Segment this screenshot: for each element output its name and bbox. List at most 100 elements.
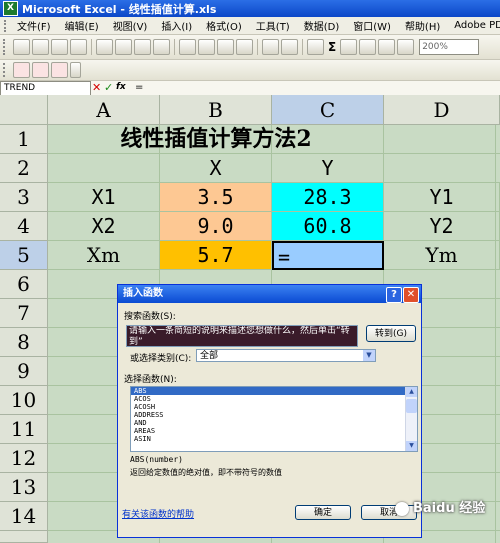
cell-a5-xm-label[interactable]: Xm [48, 241, 160, 270]
name-box[interactable]: TREND [0, 81, 91, 96]
select-function-label: 选择函数(N): [124, 375, 177, 385]
row-header-6[interactable]: 6 [0, 270, 48, 299]
sort-descending-icon[interactable] [359, 39, 377, 55]
row-header-15-partial[interactable] [0, 531, 48, 543]
excel-app-icon: X [3, 1, 18, 16]
menu-help[interactable]: 帮助(H) [398, 18, 447, 33]
go-button[interactable]: 转到(G) [366, 325, 416, 342]
print-preview-icon[interactable] [134, 39, 151, 55]
column-header-d[interactable]: D [384, 95, 500, 125]
cell-b5-xm-value[interactable]: 5.7 [160, 241, 272, 270]
row-header-7[interactable]: 7 [0, 299, 48, 328]
row-header-14[interactable]: 14 [0, 502, 48, 531]
dialog-help-icon[interactable]: ? [386, 287, 402, 303]
formula-input[interactable]: = [135, 81, 143, 94]
row-header-4[interactable]: 4 [0, 212, 48, 241]
sort-ascending-icon[interactable] [340, 39, 358, 55]
cell-c5-active-formula[interactable]: = [272, 241, 384, 270]
row-header-12[interactable]: 12 [0, 444, 48, 473]
menu-adobe-pdf[interactable]: Adobe PDF(B) [447, 20, 500, 31]
convert-to-pdf-icon[interactable] [13, 62, 30, 78]
format-painter-icon[interactable] [236, 39, 253, 55]
cell-b3-x1-value[interactable]: 3.5 [160, 183, 272, 212]
row-header-5[interactable]: 5 [0, 241, 48, 270]
cell-b2-x-header[interactable]: X [160, 154, 272, 183]
email-icon[interactable] [96, 39, 113, 55]
scroll-thumb[interactable] [406, 399, 417, 413]
convert-and-review-pdf-icon[interactable] [51, 62, 68, 78]
function-item-areas[interactable]: AREAS [131, 427, 417, 435]
function-item-asin[interactable]: ASIN [131, 435, 417, 443]
row-header-9[interactable]: 9 [0, 357, 48, 386]
dialog-close-icon[interactable]: ✕ [403, 287, 419, 303]
function-list[interactable]: ABS ACOS ACOSH ADDRESS AND AREAS ASIN ▲ … [130, 386, 418, 452]
row-header-3[interactable]: 3 [0, 183, 48, 212]
cell-c2-y-header[interactable]: Y [272, 154, 384, 183]
copy-icon[interactable] [198, 39, 215, 55]
zoom-select[interactable]: 200% [419, 39, 480, 55]
cell-d3-y1-label[interactable]: Y1 [384, 183, 500, 212]
scroll-up-icon[interactable]: ▲ [406, 387, 417, 397]
function-item-acosh[interactable]: ACOSH [131, 403, 417, 411]
function-help-link[interactable]: 有关该函数的帮助 [122, 507, 194, 520]
cell-c4-y2-value[interactable]: 60.8 [272, 212, 384, 241]
ok-button[interactable]: 确定 [295, 505, 351, 520]
menu-data[interactable]: 数据(D) [297, 18, 347, 33]
cell-b4-x2-value[interactable]: 9.0 [160, 212, 272, 241]
enter-formula-icon[interactable]: ✓ [104, 81, 113, 94]
permission-icon[interactable] [70, 39, 87, 55]
convert-and-email-pdf-icon[interactable] [32, 62, 49, 78]
menu-tools[interactable]: 工具(T) [249, 18, 297, 33]
insert-function-icon[interactable]: fx [116, 81, 126, 94]
autosum-icon[interactable]: Σ [328, 40, 336, 54]
menu-view[interactable]: 视图(V) [106, 18, 155, 33]
cut-icon[interactable] [179, 39, 196, 55]
print-icon[interactable] [115, 39, 132, 55]
cell-d4-y2-label[interactable]: Y2 [384, 212, 500, 241]
menu-edit[interactable]: 编辑(E) [58, 18, 106, 33]
undo-icon[interactable] [262, 39, 279, 55]
cell-a3-x1-label[interactable]: X1 [48, 183, 160, 212]
menu-format[interactable]: 格式(O) [199, 18, 249, 33]
window-title-bar: X Microsoft Excel - 线性插值计算.xls [0, 0, 500, 17]
menu-insert[interactable]: 插入(I) [154, 18, 199, 33]
hyperlink-icon[interactable] [307, 39, 324, 55]
cell-a4-x2-label[interactable]: X2 [48, 212, 160, 241]
row-header-10[interactable]: 10 [0, 386, 48, 415]
chart-wizard-icon[interactable] [378, 39, 396, 55]
function-list-scrollbar[interactable]: ▲ ▼ [405, 387, 417, 451]
toolbar-separator [91, 39, 92, 55]
category-select[interactable]: 全部 ▼ [196, 349, 376, 362]
function-item-acos[interactable]: ACOS [131, 395, 417, 403]
save-icon[interactable] [51, 39, 68, 55]
sheet-title-cell[interactable]: 线性插值计算方法2 [48, 125, 384, 154]
cell-d5-ym-label[interactable]: Ym [384, 241, 500, 270]
row-header-8[interactable]: 8 [0, 328, 48, 357]
row-header-13[interactable]: 13 [0, 473, 48, 502]
column-header-b[interactable]: B [160, 95, 272, 125]
function-item-abs[interactable]: ABS [131, 387, 417, 395]
toolbar-options-icon[interactable] [70, 62, 81, 78]
function-item-and[interactable]: AND [131, 419, 417, 427]
row-header-1[interactable]: 1 [0, 125, 48, 154]
row-header-11[interactable]: 11 [0, 415, 48, 444]
chevron-down-icon[interactable]: ▼ [363, 350, 375, 361]
column-header-c[interactable]: C [272, 95, 384, 125]
new-icon[interactable] [13, 39, 30, 55]
search-function-input[interactable]: 请输入一条简短的说明来描述您想做什么，然后单击“转到” [126, 325, 358, 347]
drawing-icon[interactable] [397, 39, 415, 55]
paste-icon[interactable] [217, 39, 234, 55]
scroll-down-icon[interactable]: ▼ [406, 441, 417, 451]
column-header-a[interactable]: A [48, 95, 160, 125]
menu-file[interactable]: 文件(F) [10, 18, 58, 33]
redo-icon[interactable] [281, 39, 298, 55]
spelling-icon[interactable] [153, 39, 170, 55]
cancel-formula-icon[interactable]: ✕ [92, 81, 101, 94]
function-item-address[interactable]: ADDRESS [131, 411, 417, 419]
open-icon[interactable] [32, 39, 49, 55]
select-all-corner[interactable] [0, 95, 48, 125]
cell-c3-y1-value[interactable]: 28.3 [272, 183, 384, 212]
menu-window[interactable]: 窗口(W) [346, 18, 398, 33]
row-header-2[interactable]: 2 [0, 154, 48, 183]
menu-bar: 文件(F) 编辑(E) 视图(V) 插入(I) 格式(O) 工具(T) 数据(D… [0, 17, 500, 35]
